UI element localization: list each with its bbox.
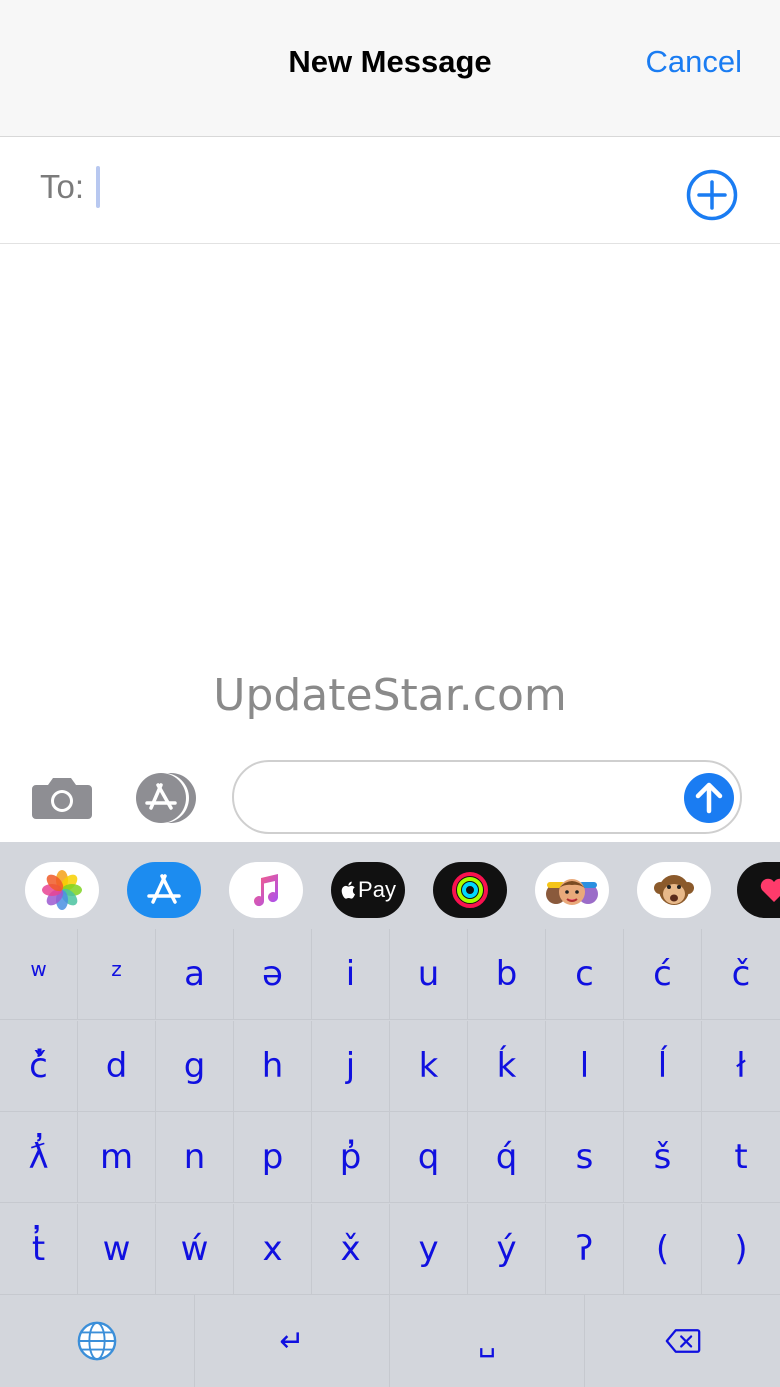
message-input[interactable] [254, 776, 674, 820]
key[interactable]: x [234, 1203, 312, 1295]
key[interactable]: č̓ [0, 1020, 78, 1112]
cancel-button[interactable]: Cancel [646, 44, 743, 80]
key[interactable]: ẃ [156, 1203, 234, 1295]
arrow-up-icon [695, 782, 723, 814]
backspace-icon [665, 1329, 700, 1353]
photos-icon[interactable] [25, 862, 99, 918]
send-button[interactable] [684, 773, 734, 823]
key[interactable]: l [546, 1020, 624, 1112]
key[interactable]: ʔ [546, 1203, 624, 1295]
key[interactable]: ƛ̓ [0, 1112, 78, 1203]
key[interactable]: j [312, 1020, 390, 1112]
key[interactable]: m [78, 1112, 156, 1203]
key[interactable]: n [156, 1112, 234, 1203]
key[interactable]: i [312, 929, 390, 1020]
activity-icon[interactable] [433, 862, 507, 918]
add-contact-icon[interactable] [685, 168, 739, 222]
return-key[interactable]: ↵ [195, 1295, 390, 1387]
key[interactable]: ) [702, 1204, 780, 1295]
key[interactable]: q́ [468, 1112, 546, 1203]
key[interactable]: z [78, 929, 156, 1020]
key[interactable]: ( [624, 1203, 702, 1295]
key[interactable]: ĺ [624, 1020, 702, 1112]
key[interactable]: q [390, 1112, 468, 1203]
key[interactable]: ə [234, 929, 312, 1020]
delete-key[interactable] [585, 1295, 780, 1387]
key[interactable]: ć [624, 929, 702, 1020]
key[interactable]: c [546, 929, 624, 1020]
key[interactable]: ý [468, 1203, 546, 1295]
key[interactable]: k [390, 1020, 468, 1112]
key[interactable]: x̌ [312, 1203, 390, 1295]
key[interactable]: g [156, 1020, 234, 1112]
key[interactable]: s [546, 1112, 624, 1203]
key[interactable]: t [702, 1112, 780, 1203]
app-drawer: Pay [0, 842, 780, 929]
key[interactable]: h [234, 1020, 312, 1112]
apple-pay-icon[interactable]: Pay [331, 862, 405, 918]
key[interactable]: a [156, 929, 234, 1020]
return-label: ↵ [279, 1324, 305, 1358]
keyboard-keys: w z a ə i u b c ć č č̓ d g h j k ḱ l ĺ ł ƛ̓ m n p p̓ q q́ s š t t̓ w ẃ x x… [0, 929, 780, 1295]
key[interactable]: w [0, 929, 78, 1020]
key[interactable]: d [78, 1020, 156, 1112]
app-store-button-icon[interactable] [131, 772, 201, 824]
key[interactable]: u [390, 929, 468, 1020]
navigation-bar: New Message Cancel [0, 0, 780, 137]
keyboard-bottom-row: ↵ ␣ [0, 1295, 780, 1387]
key[interactable]: y [390, 1203, 468, 1295]
animoji-monkey-icon[interactable] [637, 862, 711, 918]
memoji-icon[interactable] [535, 862, 609, 918]
globe-icon [77, 1321, 117, 1361]
key[interactable]: p̓ [312, 1112, 390, 1203]
music-icon[interactable] [229, 862, 303, 918]
key[interactable]: w [78, 1203, 156, 1295]
key[interactable]: š [624, 1112, 702, 1203]
app-store-icon[interactable] [127, 862, 201, 918]
recipient-row: To: [0, 138, 780, 244]
keyboard: Pay w z a ə i u b c ć č č̓ d g h j k ḱ l… [0, 842, 780, 1387]
key[interactable]: p [234, 1112, 312, 1203]
key[interactable]: č [702, 929, 780, 1020]
key[interactable]: ł [702, 1021, 780, 1112]
key[interactable]: t̓ [0, 1203, 78, 1295]
apple-pay-label: Pay [358, 877, 396, 902]
watermark: UpdateStar.com [213, 670, 567, 721]
digital-touch-icon[interactable] [737, 862, 780, 918]
recipient-input-caret[interactable] [96, 166, 100, 208]
space-label: ␣ [478, 1325, 496, 1357]
message-input-container [232, 760, 742, 834]
space-key[interactable]: ␣ [390, 1295, 585, 1387]
globe-key[interactable] [0, 1295, 195, 1387]
key[interactable]: b [468, 929, 546, 1020]
camera-icon[interactable] [32, 773, 92, 821]
key[interactable]: ḱ [468, 1020, 546, 1112]
to-label: To: [40, 168, 85, 205]
